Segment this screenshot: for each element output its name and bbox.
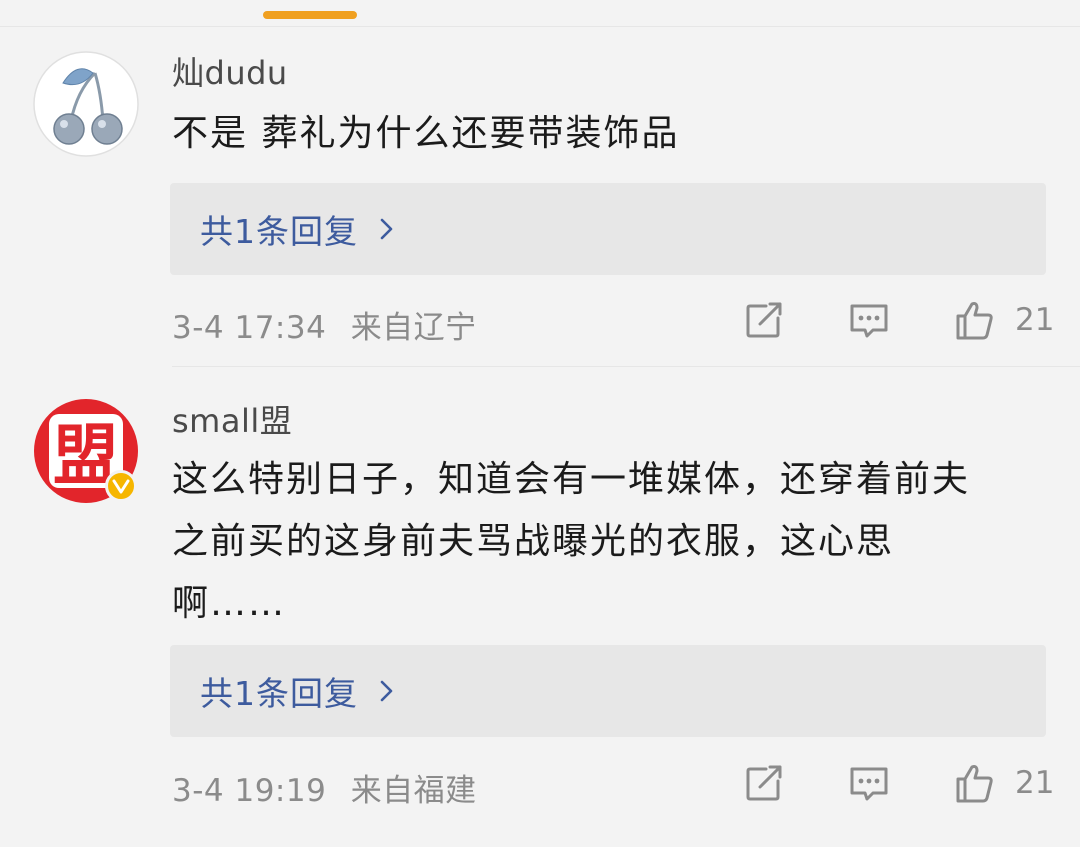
reply-box[interactable]: 共1条回复 <box>170 645 1046 737</box>
username[interactable]: small盟 <box>172 401 292 441</box>
reply-count-label: 共1条回复 <box>200 674 358 713</box>
view-replies-link[interactable]: 共1条回复 <box>200 667 394 715</box>
comment-icon[interactable] <box>847 761 891 805</box>
divider <box>0 26 1080 27</box>
view-replies-link[interactable]: 共1条回复 <box>200 205 394 253</box>
like-count: 21 <box>1015 765 1055 801</box>
chevron-right-icon <box>380 680 393 702</box>
share-icon[interactable] <box>742 298 786 342</box>
divider <box>172 366 1080 367</box>
reply-count-label: 共1条回复 <box>200 212 358 251</box>
location-text: 来自福建 <box>350 773 477 809</box>
thumbs-up-icon[interactable] <box>952 761 996 805</box>
comment-text: 这么特别日子，知道会有一堆媒体，还穿着前夫之前买的这身前夫骂战曝光的衣服，这心思… <box>172 459 971 624</box>
timestamp: 3-4 19:19 来自福建 <box>172 765 477 810</box>
timestamp: 3-4 17:34 来自辽宁 <box>172 302 477 347</box>
tab-indicator <box>263 11 357 19</box>
comment-icon[interactable] <box>847 298 891 342</box>
verified-badge-icon <box>105 470 137 502</box>
share-icon[interactable] <box>742 761 786 805</box>
chevron-right-icon <box>380 218 393 240</box>
thumbs-up-icon[interactable] <box>952 298 996 342</box>
cherry-avatar-icon <box>33 51 139 157</box>
time-text: 3-4 17:34 <box>172 310 327 346</box>
like-count: 21 <box>1015 302 1055 338</box>
avatar[interactable]: 盟 <box>33 398 139 504</box>
reply-box[interactable]: 共1条回复 <box>170 183 1046 275</box>
avatar[interactable] <box>33 51 139 157</box>
comment-meta: 3-4 19:19 来自福建 21 <box>172 757 1054 810</box>
comment-meta: 3-4 17:34 来自辽宁 21 <box>172 294 1054 347</box>
comment-text: 不是 葬礼为什么还要带装饰品 <box>172 113 680 154</box>
location-text: 来自辽宁 <box>350 310 477 346</box>
username[interactable]: 灿dudu <box>172 53 288 93</box>
time-text: 3-4 19:19 <box>172 773 327 809</box>
